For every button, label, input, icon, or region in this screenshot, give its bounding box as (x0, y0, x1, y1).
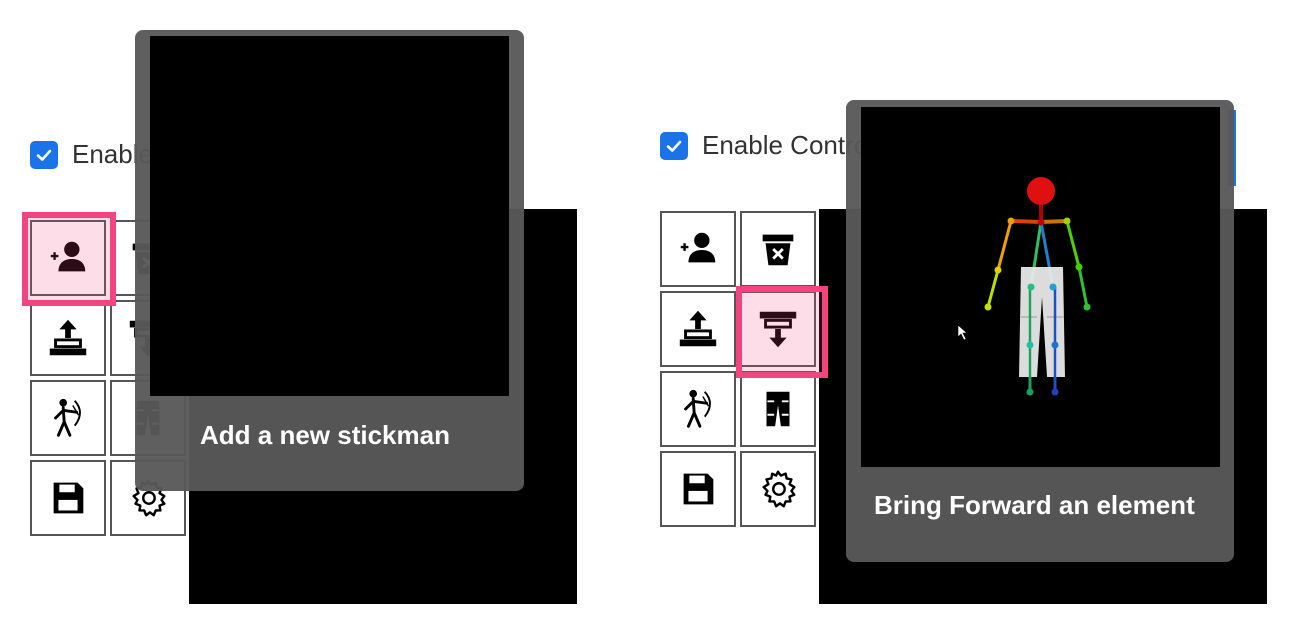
gear-icon (762, 470, 796, 508)
tooltip-text: Bring Forward an element (874, 490, 1195, 520)
pants-button[interactable] (740, 371, 816, 447)
stickman-preview (957, 177, 1091, 396)
save-button[interactable] (660, 451, 736, 527)
person-plus-icon (680, 232, 716, 263)
archer-icon (54, 398, 81, 437)
floppy-disk-icon (683, 473, 714, 505)
add-stickman-button[interactable] (660, 211, 736, 287)
stickman-head (1027, 177, 1055, 205)
floppy-disk-icon (53, 482, 84, 514)
archer-icon (684, 389, 711, 428)
highlight-bring-forward (736, 286, 828, 378)
settings-button[interactable] (740, 451, 816, 527)
delete-button[interactable] (740, 211, 816, 287)
pose-button[interactable] (30, 380, 106, 456)
check-icon (36, 149, 52, 161)
enable-checkbox[interactable] (660, 131, 688, 160)
pose-button[interactable] (660, 371, 736, 447)
tooltip-text: Add a new stickman (200, 420, 450, 450)
left-tooltip: Add a new stickman (135, 30, 524, 491)
check-icon (666, 140, 682, 152)
send-backward-button[interactable] (30, 300, 106, 376)
pants-icon (766, 391, 790, 427)
tooltip-preview (861, 107, 1220, 467)
trash-x-icon (762, 234, 794, 266)
tooltip-preview (150, 36, 509, 396)
right-tooltip: Bring Forward an element (846, 100, 1234, 562)
send-backward-icon (49, 319, 87, 356)
highlight-add-stickman (22, 212, 116, 306)
enable-checkbox[interactable] (30, 140, 58, 169)
save-button[interactable] (30, 460, 106, 536)
send-backward-button[interactable] (660, 291, 736, 367)
send-backward-icon (679, 310, 717, 347)
